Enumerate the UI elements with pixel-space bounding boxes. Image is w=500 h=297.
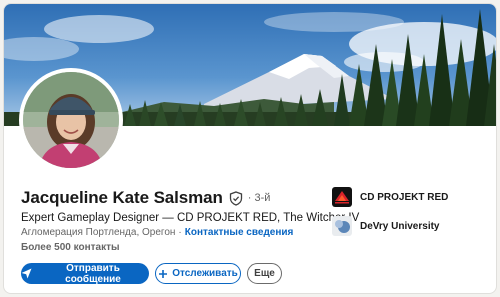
cd-projekt-red-logo <box>332 187 352 207</box>
profile-avatar[interactable] <box>19 68 123 172</box>
name-row: Jacqueline Kate Salsman · 3-й <box>21 188 270 208</box>
follow-button[interactable]: Отслеживать <box>155 263 241 284</box>
send-message-button[interactable]: Отправить сообщение <box>21 262 149 285</box>
profile-headline: Expert Gameplay Designer — CD PROJEKT RE… <box>21 212 360 224</box>
more-button[interactable]: Еще <box>247 263 282 284</box>
location-row: Агломерация Портленда, Орегон · Контактные… <box>21 227 293 238</box>
location-separator: · <box>178 227 182 238</box>
verified-shield-icon[interactable] <box>229 190 243 206</box>
plus-icon <box>158 269 168 279</box>
connection-degree: · 3-й <box>247 192 271 204</box>
profile-card: Jacqueline Kate Salsman · 3-й Expert Gam… <box>3 3 497 294</box>
current-company[interactable]: CD PROJEKT RED <box>332 187 448 207</box>
action-buttons: Отправить сообщение Отслеживать Еще <box>21 262 282 285</box>
profile-name: Jacqueline Kate Salsman <box>21 188 223 207</box>
company-name: CD PROJEKT RED <box>360 191 449 203</box>
send-message-label: Отправить сообщение <box>65 262 121 285</box>
school-name: DeVry University <box>360 220 440 232</box>
profile-location: Агломерация Портленда, Орегон <box>21 227 176 238</box>
paper-plane-icon <box>21 268 32 279</box>
contact-info-link[interactable]: Контактные сведения <box>185 227 294 238</box>
education-school[interactable]: DeVry University <box>332 216 440 236</box>
connections-count[interactable]: Более 500 контакты <box>21 242 120 253</box>
follow-label: Отслеживать <box>172 268 238 279</box>
devry-university-logo <box>332 216 352 236</box>
profile-photo <box>23 72 119 168</box>
